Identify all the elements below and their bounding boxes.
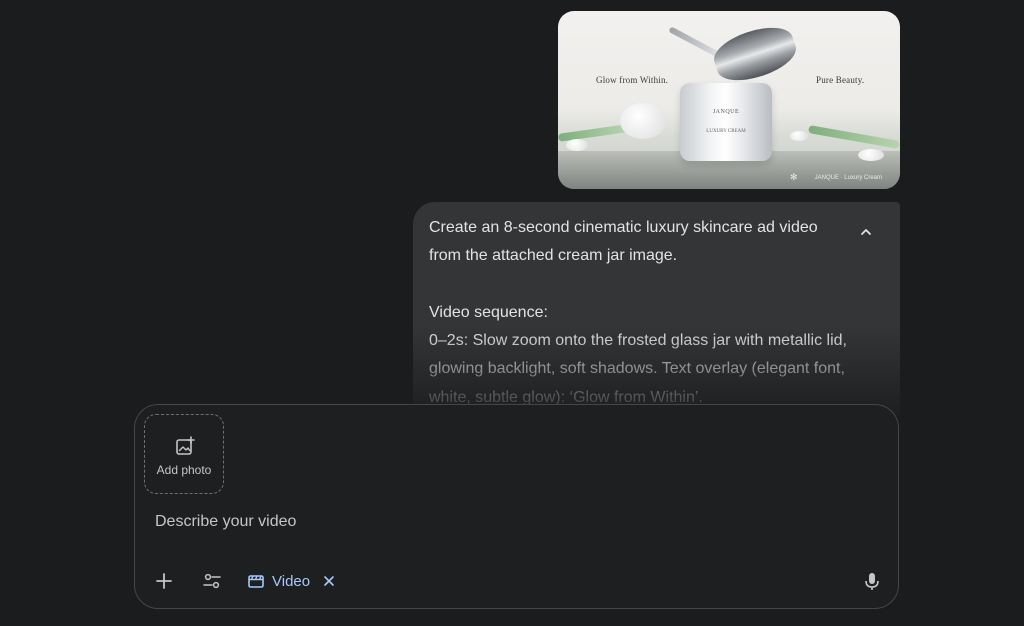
microphone-icon[interactable]	[861, 570, 883, 592]
cream-jar: JANQUE LUXURY CREAM	[680, 83, 772, 161]
add-photo-label: Add photo	[156, 463, 212, 477]
watermark-flower-icon: ✻	[790, 172, 798, 182]
video-mode-chip[interactable]: Video	[247, 569, 336, 593]
tune-icon[interactable]	[201, 570, 223, 592]
plus-icon[interactable]	[153, 570, 175, 592]
aloe-leaf	[808, 125, 900, 149]
clapperboard-icon	[248, 575, 264, 588]
describe-video-input[interactable]	[155, 513, 855, 531]
ad-headline-left: Glow from Within.	[596, 75, 669, 85]
add-photo-icon	[176, 436, 195, 455]
video-chip-label: Video	[272, 572, 311, 590]
jar-brand: JANQUE	[712, 109, 740, 115]
attached-image[interactable]: Glow from Within. Pure Beauty. JANQUE LU…	[558, 11, 900, 189]
user-message-bubble: Create an 8-second cinematic luxury skin…	[413, 202, 900, 417]
rose-flower	[620, 103, 666, 139]
jar-subtitle: LUXURY CREAM	[706, 129, 746, 134]
close-icon[interactable]	[322, 574, 336, 588]
add-photo-button[interactable]: Add photo	[144, 414, 224, 494]
petal	[566, 139, 588, 151]
jar-lid	[708, 19, 802, 89]
petal	[858, 149, 884, 161]
chevron-up-icon[interactable]	[858, 224, 874, 240]
aloe-leaf	[558, 124, 629, 142]
petal	[790, 131, 808, 141]
ad-headline-right: Pure Beauty.	[816, 75, 865, 85]
prompt-composer: Add photo Video	[134, 404, 899, 609]
chat-page: Glow from Within. Pure Beauty. JANQUE LU…	[0, 0, 1024, 626]
image-watermark: JANQUE · Luxury Cream	[814, 175, 882, 181]
